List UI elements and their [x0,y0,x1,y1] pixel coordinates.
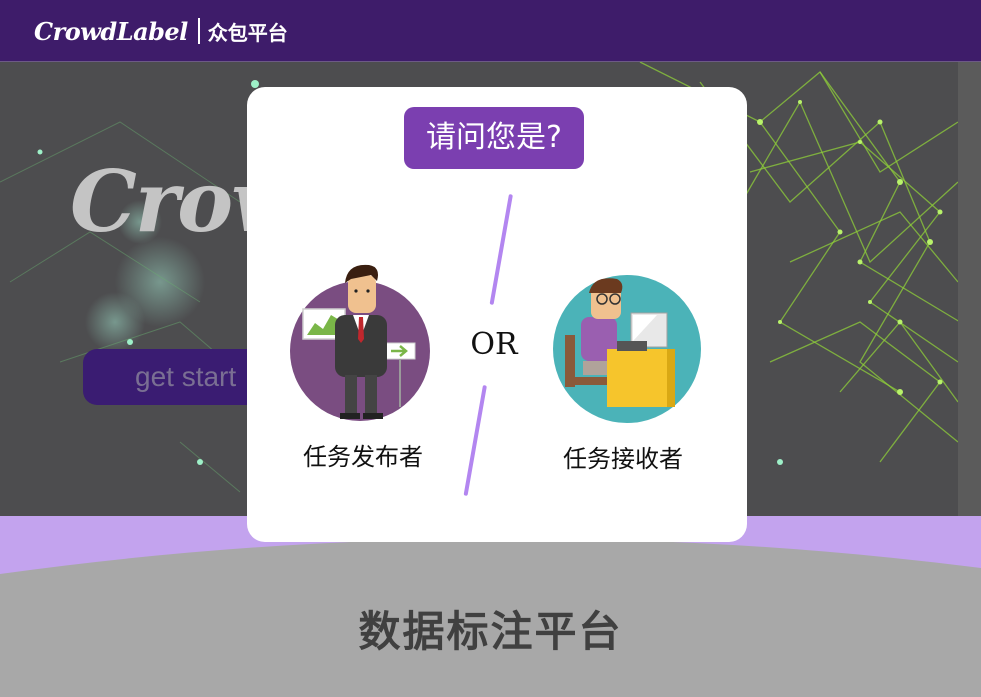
role-label-receiver: 任务接收者 [563,445,683,473]
dialog-title: 请问您是? [404,107,584,169]
role-option-receiver[interactable]: 任务接收者 [547,267,707,477]
brand-subtitle: 众包平台 [207,20,288,45]
brand-logo[interactable]: CrowdLabel 众包平台 [34,14,288,48]
top-navbar: CrowdLabel 众包平台 [0,0,981,62]
businessman-presentation-icon [290,264,430,421]
brand-separator [197,18,200,44]
platform-title: 数据标注平台 [358,607,623,656]
role-option-publisher[interactable]: 任务发布者 [285,257,435,471]
divider-line-bottom [463,385,487,496]
worker-computer-icon [553,275,701,423]
role-label-publisher: 任务发布者 [303,443,423,471]
or-separator: OR [470,327,518,362]
divider-line-top [489,194,513,305]
role-select-dialog: 请问您是? OR 任务发布者 任务接收者 [247,87,747,542]
brand-name: CrowdLabel [34,16,188,46]
hero-right-strip [958,62,981,517]
